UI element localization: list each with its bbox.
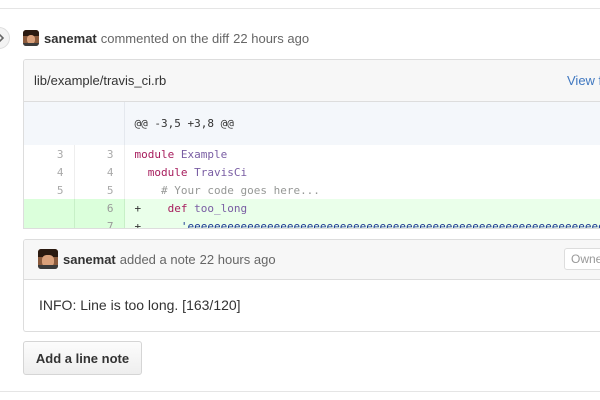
- avatar[interactable]: [38, 249, 58, 269]
- hunk-row: @@ -3,5 +3,8 @@: [24, 102, 600, 145]
- comment-action-text: commented on the diff: [100, 30, 230, 46]
- diff-context-line: 44 module TravisCi: [24, 163, 600, 181]
- diff-context-line: 55 # Your code goes here...: [24, 181, 600, 199]
- code-token: too_long: [194, 201, 248, 215]
- code-token: # Your code goes here...: [134, 183, 320, 197]
- comment-timestamp[interactable]: 22 hours ago: [233, 31, 309, 46]
- old-line-number[interactable]: 5: [24, 181, 75, 199]
- new-line-number[interactable]: 6: [74, 199, 125, 217]
- expand-lines-button[interactable]: [24, 102, 74, 145]
- code-line: # Your code goes here...: [124, 181, 600, 199]
- bottom-divider: [0, 391, 600, 392]
- code-token: module: [134, 147, 175, 161]
- old-line-number[interactable]: [24, 199, 75, 217]
- old-line-number[interactable]: [24, 217, 75, 228]
- note-body: INFO: Line is too long. [163/120]: [39, 297, 241, 313]
- comment-header: sanemat commented on the diff 22 hours a…: [23, 29, 309, 47]
- code-token: def: [141, 201, 188, 215]
- old-line-number[interactable]: 3: [24, 145, 75, 163]
- note-author-link[interactable]: sanemat: [63, 252, 116, 267]
- code-line: + 'eeeeeeeeeeeeeeeeeeeeeeeeeeeeeeeeeeeee…: [124, 217, 600, 229]
- top-divider: [0, 8, 600, 9]
- code-token: module: [134, 165, 188, 179]
- code-line: module TravisCi: [124, 163, 600, 181]
- diff-context-line: 3 3 module Example: [24, 145, 600, 163]
- old-line-number[interactable]: 4: [24, 163, 75, 181]
- view-file-link[interactable]: View f: [567, 73, 600, 88]
- chevron-right-icon: [0, 33, 5, 43]
- new-line-number[interactable]: 7: [74, 217, 125, 228]
- new-line-number[interactable]: 5: [74, 181, 125, 199]
- comment-author-link[interactable]: sanemat: [44, 31, 97, 46]
- code-token: Example: [180, 147, 228, 161]
- hunk-header: @@ -3,5 +3,8 @@: [124, 102, 600, 145]
- add-line-note-button[interactable]: Add a line note: [23, 341, 142, 375]
- note-header: sanemat added a note 22 hours ago Owne: [24, 240, 600, 280]
- avatar[interactable]: [23, 30, 39, 46]
- diff-file-box: lib/example/travis_ci.rb View f @@ -3,5 …: [23, 59, 600, 229]
- file-path: lib/example/travis_ci.rb: [34, 73, 167, 88]
- diff-added-line: 7 + 'eeeeeeeeeeeeeeeeeeeeeeeeeeeeeeeeeeee…: [24, 217, 600, 229]
- code-token: 'eeeeeeeeeeeeeeeeeeeeeeeeeeeeeeeeeeeeeee…: [141, 219, 600, 229]
- code-line: + def too_long: [124, 199, 600, 217]
- code-line: module Example: [124, 145, 600, 163]
- note-action-text: added a note: [119, 251, 196, 267]
- timeline-toggle-button[interactable]: [0, 27, 10, 49]
- diff-table: @@ -3,5 +3,8 @@ 3 3 module Example 4 4 modul…: [24, 102, 600, 229]
- new-line-number[interactable]: 4: [74, 163, 125, 181]
- diff-added-line: 6 + def too_long: [24, 199, 600, 217]
- note-timestamp[interactable]: 22 hours ago: [200, 252, 276, 267]
- file-header: lib/example/travis_ci.rb View f: [24, 60, 600, 102]
- line-note: sanemat added a note 22 hours ago Owne I…: [23, 239, 600, 332]
- owner-badge: Owne: [564, 248, 600, 270]
- code-token: TravisCi: [194, 165, 248, 179]
- new-line-number[interactable]: 3: [74, 145, 125, 163]
